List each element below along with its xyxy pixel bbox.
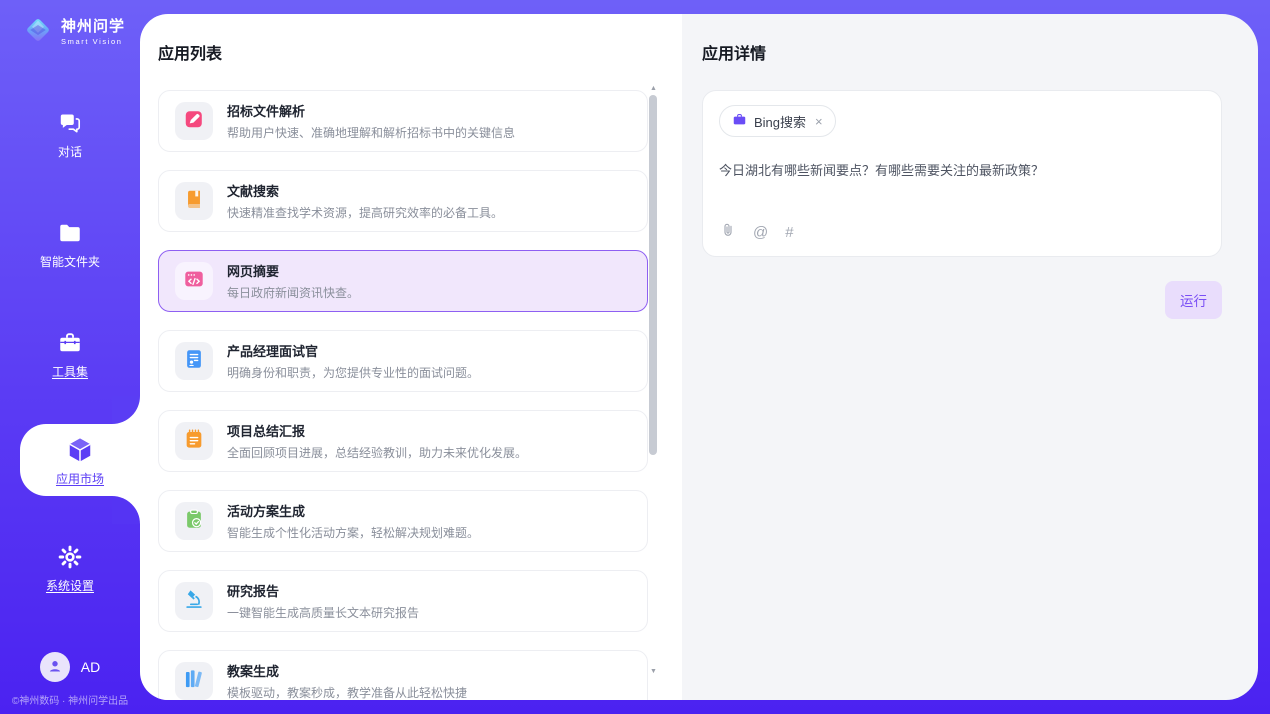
sidebar-item-label: 对话 [58, 146, 82, 158]
input-toolbar: @ # [720, 222, 794, 243]
sidebar-item-app-market[interactable]: 应用市场 [20, 424, 140, 496]
app-detail-panel: 应用详情 Bing搜索 × 今日湖北有哪些新闻要点？有哪些需要关注的最新政策？ [682, 14, 1258, 700]
gear-icon [57, 544, 83, 573]
app-card-title: 文献搜索 [227, 181, 503, 200]
brand-subtitle: Smart Vision [61, 38, 125, 46]
app-card-5[interactable]: 项目总结汇报 全面回顾项目进展，总结经验教训，助力未来优化发展。 [158, 410, 648, 472]
app-card-title: 教案生成 [227, 661, 467, 680]
app-icon-tile [175, 582, 213, 620]
app-card-description: 明确身份和职责，为您提供专业性的面试问题。 [227, 364, 479, 381]
list-scrollbar[interactable]: ▲ ▼ [648, 84, 659, 677]
app-icon-tile [175, 422, 213, 460]
app-detail-title: 应用详情 [702, 40, 1222, 64]
brand-logo: 神州问学 Smart Vision [21, 13, 125, 52]
tool-chip-label: Bing搜索 [754, 112, 806, 131]
tool-chip-bing-search[interactable]: Bing搜索 × [719, 105, 836, 137]
book-icon [183, 188, 205, 215]
app-icon-tile [175, 342, 213, 380]
avatar [40, 652, 70, 682]
sidebar-item-label: 工具集 [52, 366, 88, 378]
app-card-description: 快速精准查找学术资源，提高研究效率的必备工具。 [227, 204, 503, 221]
app-card-1[interactable]: 招标文件解析 帮助用户快速、准确地理解和解析招标书中的关键信息 [158, 90, 648, 152]
sidebar-item-label: 应用市场 [56, 473, 104, 485]
paperclip-icon[interactable] [720, 222, 736, 243]
user-label: AD [81, 659, 100, 675]
close-icon[interactable]: × [815, 114, 823, 129]
scrollbar-thumb[interactable] [649, 95, 657, 455]
folder-icon [57, 220, 83, 249]
app-card-title: 网页摘要 [227, 261, 359, 280]
cube-icon [65, 435, 95, 468]
app-card-title: 产品经理面试官 [227, 341, 479, 360]
app-icon-tile [175, 502, 213, 540]
app-icon-tile [175, 262, 213, 300]
app-card-7[interactable]: 研究报告 一键智能生成高质量长文本研究报告 [158, 570, 648, 632]
notepad-icon [183, 428, 205, 455]
query-text[interactable]: 今日湖北有哪些新闻要点？有哪些需要关注的最新政策？ [719, 161, 1205, 181]
sidebar: 神州问学 Smart Vision 对话 智能文件夹 [0, 0, 140, 714]
app-card-description: 帮助用户快速、准确地理解和解析招标书中的关键信息 [227, 124, 515, 141]
bubble-corner [112, 496, 140, 524]
app-card-8[interactable]: 教案生成 模板驱动，教案秒成，教学准备从此轻松快捷 [158, 650, 648, 700]
app-card-3[interactable]: 网页摘要 每日政府新闻资讯快查。 [158, 250, 648, 312]
browser-code-icon [183, 268, 205, 295]
app-card-description: 模板驱动，教案秒成，教学准备从此轻松快捷 [227, 684, 467, 700]
edit-square-icon [183, 108, 205, 135]
app-icon-tile [175, 102, 213, 140]
sidebar-item-settings[interactable]: 系统设置 [0, 544, 140, 592]
app-card-description: 每日政府新闻资讯快查。 [227, 284, 359, 301]
books-icon [183, 668, 205, 695]
clipboard-check-icon [183, 508, 205, 535]
toolbox-icon [57, 330, 83, 359]
app-list-title: 应用列表 [158, 40, 682, 64]
sidebar-item-label: 智能文件夹 [40, 256, 100, 268]
app-icon-tile [175, 182, 213, 220]
briefcase-icon [732, 112, 747, 130]
app-card-title: 项目总结汇报 [227, 421, 527, 440]
app-card-description: 全面回顾项目进展，总结经验教训，助力未来优化发展。 [227, 444, 527, 461]
hash-icon[interactable]: # [785, 225, 793, 240]
run-row: 运行 [702, 281, 1222, 319]
microscope-icon [183, 588, 205, 615]
at-icon[interactable]: @ [753, 225, 768, 240]
app-card-title: 活动方案生成 [227, 501, 479, 520]
person-icon [46, 657, 64, 678]
bubble-corner [112, 396, 140, 424]
sidebar-item-chat[interactable]: 对话 [0, 110, 140, 158]
app-card-description: 一键智能生成高质量长文本研究报告 [227, 604, 419, 621]
query-input-card[interactable]: Bing搜索 × 今日湖北有哪些新闻要点？有哪些需要关注的最新政策？ @ # [702, 90, 1222, 257]
user-account[interactable]: AD [0, 652, 140, 682]
scroll-down-icon[interactable]: ▼ [648, 667, 659, 677]
brand-name: 神州问学 [61, 19, 125, 36]
app-card-4[interactable]: 产品经理面试官 明确身份和职责，为您提供专业性的面试问题。 [158, 330, 648, 392]
diamond-logo-icon [21, 13, 55, 52]
app-card-title: 研究报告 [227, 581, 419, 600]
scroll-up-icon[interactable]: ▲ [648, 84, 659, 94]
app-card-6[interactable]: 活动方案生成 智能生成个性化活动方案，轻松解决规划难题。 [158, 490, 648, 552]
app-card-2[interactable]: 文献搜索 快速精准查找学术资源，提高研究效率的必备工具。 [158, 170, 648, 232]
sidebar-item-toolset[interactable]: 工具集 [0, 330, 140, 378]
copyright-footer: ©神州数码 · 神州问学出品 [0, 692, 140, 707]
sidebar-item-smart-folder[interactable]: 智能文件夹 [0, 220, 140, 268]
main-window: 应用列表 招标文件解析 帮助用户快速、准确地理解和解析招标书中的关键信息 文献搜… [140, 14, 1258, 700]
run-button[interactable]: 运行 [1165, 281, 1222, 319]
doc-user-icon [183, 348, 205, 375]
app-root: { "brand": { "name": "神州问学", "subtitle":… [0, 0, 1270, 714]
chat-icon [57, 110, 83, 139]
app-card-description: 智能生成个性化活动方案，轻松解决规划难题。 [227, 524, 479, 541]
app-list-panel: 应用列表 招标文件解析 帮助用户快速、准确地理解和解析招标书中的关键信息 文献搜… [140, 14, 682, 700]
app-card-list: 招标文件解析 帮助用户快速、准确地理解和解析招标书中的关键信息 文献搜索 快速精… [158, 90, 648, 700]
sidebar-item-label: 系统设置 [46, 580, 94, 592]
app-card-title: 招标文件解析 [227, 101, 515, 120]
app-icon-tile [175, 662, 213, 700]
